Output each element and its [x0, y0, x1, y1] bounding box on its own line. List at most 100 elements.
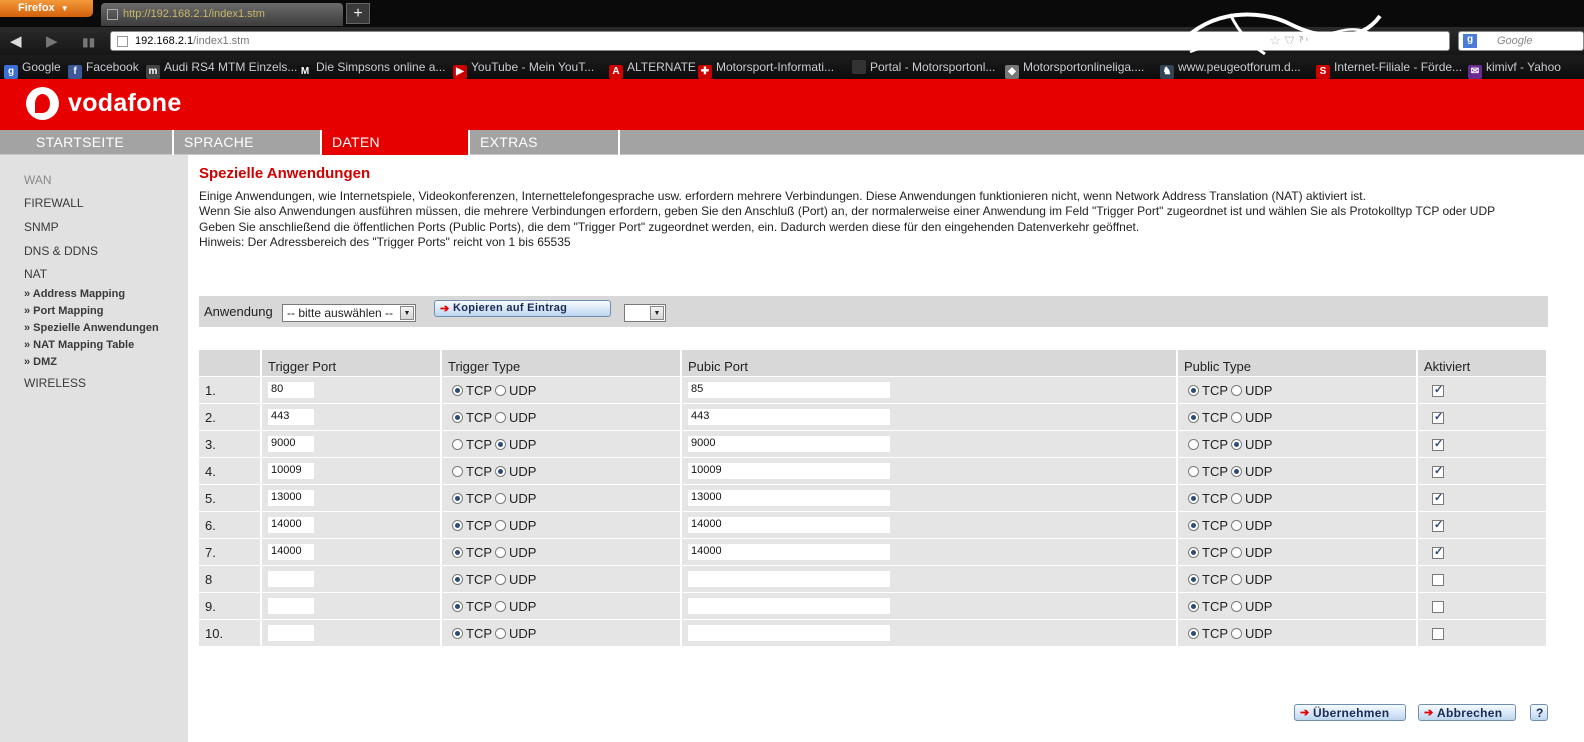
sidebar-item-dns-ddns[interactable]: DNS & DDNS: [24, 244, 98, 258]
bookmark-item[interactable]: g Google: [4, 60, 61, 79]
trigger-type-tcp-radio[interactable]: [452, 411, 463, 423]
browser-tab[interactable]: http://192.168.2.1/index1.stm: [101, 3, 343, 26]
trigger-port-input[interactable]: 14000: [268, 517, 314, 534]
nav-sprache[interactable]: SPRACHE: [174, 130, 322, 155]
public-type-tcp-radio[interactable]: [1188, 600, 1199, 612]
public-type-udp-radio[interactable]: [1231, 627, 1242, 639]
trigger-type-tcp-radio[interactable]: [452, 438, 463, 450]
public-type-udp-radio[interactable]: [1231, 600, 1242, 612]
bookmark-item[interactable]: M Die Simpsons online a...: [298, 60, 445, 79]
bookmark-item[interactable]: ✚ Motorsport-Informati...: [698, 60, 834, 79]
entry-select[interactable]: ▼: [624, 304, 666, 322]
public-port-input[interactable]: 14000: [688, 544, 890, 561]
bookmark-item[interactable]: ▶ YouTube - Mein YouT...: [453, 60, 594, 79]
public-type-udp-radio[interactable]: [1231, 438, 1242, 450]
bookmark-item[interactable]: Portal - Motorsportonl...: [852, 60, 995, 74]
bookmark-item[interactable]: ✉ kimivf - Yahoo: [1468, 60, 1561, 79]
bookmark-item[interactable]: A ALTERNATE: [609, 60, 696, 79]
trigger-port-input[interactable]: [268, 598, 314, 615]
public-type-tcp-radio[interactable]: [1188, 384, 1199, 396]
trigger-type-udp-radio[interactable]: [495, 600, 506, 612]
apply-button[interactable]: ➔ Übernehmen: [1294, 704, 1406, 721]
trigger-type-tcp-radio[interactable]: [452, 465, 463, 477]
public-type-udp-radio[interactable]: [1231, 546, 1242, 558]
public-type-udp-radio[interactable]: [1231, 384, 1242, 396]
public-port-input[interactable]: 443: [688, 409, 890, 426]
bookmark-star-icon[interactable]: ☆ ▽ ↻: [1269, 33, 1309, 49]
trigger-type-tcp-radio[interactable]: [452, 600, 463, 612]
trigger-port-input[interactable]: 80: [268, 382, 314, 399]
public-type-tcp-radio[interactable]: [1188, 546, 1199, 558]
trigger-type-udp-radio[interactable]: [495, 438, 506, 450]
public-port-input[interactable]: 85: [688, 382, 890, 399]
sidebar-item-spezielle-anwendungen[interactable]: » Spezielle Anwendungen: [24, 322, 159, 334]
trigger-type-tcp-radio[interactable]: [452, 492, 463, 504]
public-type-udp-radio[interactable]: [1231, 519, 1242, 531]
trigger-port-input[interactable]: 14000: [268, 544, 314, 561]
enabled-checkbox[interactable]: [1432, 545, 1444, 560]
public-type-udp-radio[interactable]: [1231, 573, 1242, 585]
public-port-input[interactable]: [688, 571, 890, 588]
bookmark-item[interactable]: f Facebook: [68, 60, 139, 79]
firefox-menu-button[interactable]: Firefox ▼: [0, 0, 93, 17]
bookmark-item[interactable]: m Audi RS4 MTM Einzels...: [146, 60, 297, 79]
trigger-type-tcp-radio[interactable]: [452, 627, 463, 639]
sidebar-item-wireless[interactable]: WIRELESS: [24, 376, 86, 390]
public-type-tcp-radio[interactable]: [1188, 465, 1199, 477]
search-bar[interactable]: g Google: [1458, 31, 1584, 51]
new-tab-button[interactable]: +: [346, 3, 370, 24]
nav-extras[interactable]: EXTRAS: [470, 130, 620, 155]
public-type-udp-radio[interactable]: [1231, 465, 1242, 477]
trigger-type-udp-radio[interactable]: [495, 465, 506, 477]
sidebar-item-port-mapping[interactable]: » Port Mapping: [24, 305, 103, 317]
trigger-type-udp-radio[interactable]: [495, 573, 506, 585]
enabled-checkbox[interactable]: [1432, 464, 1444, 479]
sidebar-item-firewall[interactable]: FIREWALL: [24, 196, 84, 210]
trigger-port-input[interactable]: [268, 571, 314, 588]
cancel-button[interactable]: ➔ Abbrechen: [1418, 704, 1516, 721]
trigger-type-tcp-radio[interactable]: [452, 384, 463, 396]
public-type-tcp-radio[interactable]: [1188, 492, 1199, 504]
trigger-type-tcp-radio[interactable]: [452, 573, 463, 585]
public-type-tcp-radio[interactable]: [1188, 573, 1199, 585]
public-port-input[interactable]: 9000: [688, 436, 890, 453]
enabled-checkbox[interactable]: [1432, 601, 1444, 614]
sidebar-item-snmp[interactable]: SNMP: [24, 220, 59, 234]
trigger-type-udp-radio[interactable]: [495, 492, 506, 504]
public-type-tcp-radio[interactable]: [1188, 438, 1199, 450]
sidebar-item-wan[interactable]: WAN: [24, 173, 52, 187]
enabled-checkbox[interactable]: [1432, 628, 1444, 641]
trigger-port-input[interactable]: 9000: [268, 436, 314, 453]
enabled-checkbox[interactable]: [1432, 410, 1444, 425]
enabled-checkbox[interactable]: [1432, 383, 1444, 398]
forward-icon[interactable]: ▶: [46, 32, 58, 50]
trigger-type-udp-radio[interactable]: [495, 519, 506, 531]
sidebar-item-nat[interactable]: NAT: [24, 267, 47, 281]
public-port-input[interactable]: 13000: [688, 490, 890, 507]
url-bar[interactable]: 192.168.2.1/index1.stm ☆ ▽ ↻: [110, 31, 1450, 51]
enabled-checkbox[interactable]: [1432, 491, 1444, 506]
nav-daten[interactable]: DATEN: [322, 130, 470, 155]
back-icon[interactable]: ◀: [10, 32, 22, 50]
public-type-udp-radio[interactable]: [1231, 492, 1242, 504]
public-type-tcp-radio[interactable]: [1188, 411, 1199, 423]
nav-startseite[interactable]: STARTSEITE: [26, 130, 174, 155]
trigger-type-tcp-radio[interactable]: [452, 546, 463, 558]
bookmark-item[interactable]: ♞ www.peugeotforum.d...: [1160, 60, 1301, 79]
sidebar-item-dmz[interactable]: » DMZ: [24, 356, 57, 368]
trigger-type-udp-radio[interactable]: [495, 546, 506, 558]
sidebar-item-address-mapping[interactable]: » Address Mapping: [24, 288, 125, 300]
public-type-tcp-radio[interactable]: [1188, 519, 1199, 531]
trigger-type-tcp-radio[interactable]: [452, 519, 463, 531]
public-type-tcp-radio[interactable]: [1188, 627, 1199, 639]
trigger-port-input[interactable]: 10009: [268, 463, 314, 480]
bookmark-item[interactable]: S Internet-Filiale - Förde...: [1316, 60, 1462, 79]
public-port-input[interactable]: 10009: [688, 463, 890, 480]
public-port-input[interactable]: [688, 625, 890, 642]
trigger-type-udp-radio[interactable]: [495, 627, 506, 639]
help-button[interactable]: ?: [1530, 704, 1548, 721]
bookmark-item[interactable]: ◆ Motorsportonlineliga....: [1005, 60, 1144, 79]
trigger-port-input[interactable]: 13000: [268, 490, 314, 507]
application-select[interactable]: -- bitte auswählen -- ▼: [282, 304, 416, 322]
copy-to-entry-button[interactable]: ➔ Kopieren auf Eintrag: [434, 300, 611, 317]
